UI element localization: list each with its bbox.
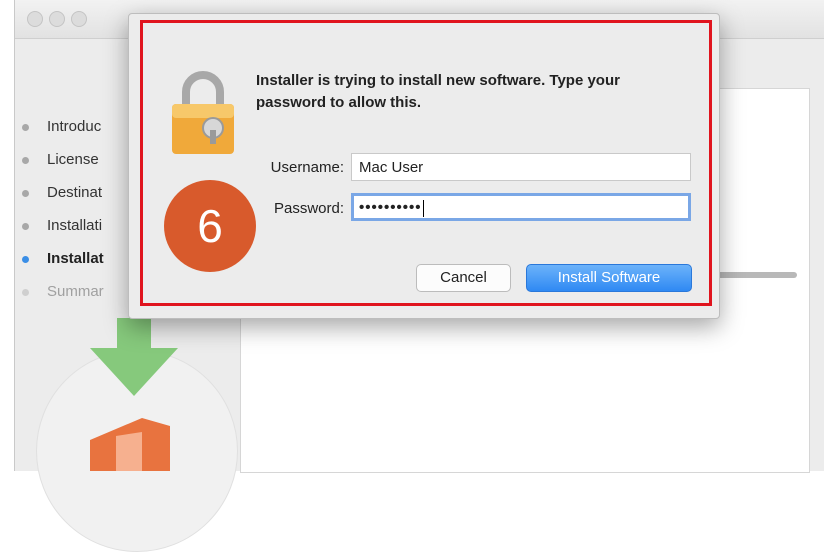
step-number-badge: 6	[164, 180, 256, 272]
text-caret	[422, 199, 424, 217]
step-label: Summar	[47, 283, 104, 300]
install-software-button[interactable]: Install Software	[526, 264, 692, 292]
cancel-button[interactable]: Cancel	[416, 264, 511, 292]
step-label: Installati	[47, 217, 103, 234]
step-bullet	[22, 223, 29, 230]
close-window-button[interactable]	[27, 11, 43, 27]
zoom-window-button[interactable]	[71, 11, 87, 27]
password-field[interactable]: ••••••••••	[351, 193, 691, 221]
step-bullet	[22, 256, 29, 263]
lock-icon	[172, 71, 234, 154]
password-label: Password:	[273, 200, 344, 217]
office-icon	[90, 418, 170, 471]
step-bullet	[22, 157, 29, 164]
step-label: Installat	[47, 250, 104, 267]
download-arrow-icon	[90, 318, 178, 396]
step-bullet	[22, 124, 29, 131]
step-label: License	[47, 151, 99, 168]
step-label: Introduc	[47, 118, 102, 135]
step-bullet	[22, 190, 29, 197]
step-label: Destinat	[47, 184, 103, 201]
minimize-window-button[interactable]	[49, 11, 65, 27]
dialog-message: Installer is trying to install new softw…	[256, 72, 620, 111]
username-field[interactable]: Mac User	[351, 153, 691, 181]
username-label: Username:	[270, 159, 344, 176]
step-bullet	[22, 289, 29, 296]
password-dots: ••••••••••	[359, 199, 422, 216]
